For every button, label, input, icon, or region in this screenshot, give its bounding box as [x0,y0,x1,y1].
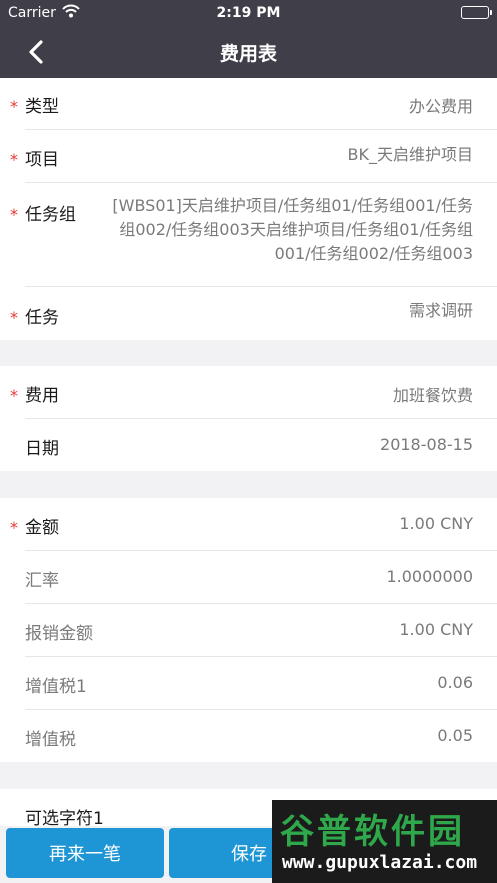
field-label: 报销金额 [25,624,93,644]
add-another-button[interactable]: 再来一笔 [6,828,164,878]
section-amount: * 金额 1.00 CNY 汇率 1.0000000 报销金额 1.00 CNY… [0,498,497,762]
field-value: 0.06 [437,673,473,692]
required-mark: * [10,97,18,116]
status-bar: Carrier 2:19 PM [0,0,497,26]
field-label: 增值税1 [25,677,87,697]
field-value: 1.00 CNY [399,514,473,533]
field-date[interactable]: 日期 2018-08-15 [0,419,497,471]
watermark-logo: 谷普软件园 www.gupuxlazai.com [272,800,497,883]
field-exchange-rate: 汇率 1.0000000 [0,551,497,604]
field-value: 2018-08-15 [380,435,473,454]
required-mark: * [10,150,18,169]
field-value: 1.0000000 [386,567,473,586]
field-value: 1.00 CNY [399,620,473,639]
field-expense[interactable]: * 费用 加班餐饮费 [0,366,497,419]
battery-icon [461,6,492,19]
field-label: 金额 [25,518,59,538]
field-label: 费用 [25,386,59,406]
field-reimburse-amount: 报销金额 1.00 CNY [0,604,497,657]
field-label: 任务 [25,308,59,328]
field-project[interactable]: * 项目 BK_天启维护项目 [0,130,497,183]
field-label: 任务组 [25,205,76,225]
watermark-text: 谷普软件园 [280,812,465,852]
field-type[interactable]: * 类型 办公费用 [0,78,497,130]
required-mark: * [10,386,18,405]
field-value: 0.05 [437,726,473,745]
required-mark: * [10,205,18,224]
field-label: 增值税 [25,730,76,750]
field-task-group[interactable]: * 任务组 [WBS01]天启维护项目/任务组01/任务组001/任务组002/… [0,183,497,287]
field-label: 项目 [25,150,59,170]
field-value: [WBS01]天启维护项目/任务组01/任务组001/任务组002/任务组003… [112,196,473,263]
required-mark: * [10,308,18,327]
field-value: 办公费用 [408,97,473,116]
field-vat1: 增值税1 0.06 [0,657,497,710]
field-vat: 增值税 0.05 [0,710,497,762]
field-amount[interactable]: * 金额 1.00 CNY [0,498,497,551]
field-value: BK_天启维护项目 [347,145,473,164]
field-label: 类型 [25,97,59,117]
page-title: 费用表 [219,43,277,65]
field-value: 需求调研 [408,301,473,320]
section-project: * 类型 办公费用 * 项目 BK_天启维护项目 * 任务组 [WBS01]天启… [0,78,497,340]
section-expense: * 费用 加班餐饮费 日期 2018-08-15 [0,366,497,471]
field-value: 加班餐饮费 [392,386,473,405]
field-label: 汇率 [25,571,59,591]
required-mark: * [10,518,18,537]
watermark-url: www.gupuxlazai.com [282,852,478,873]
nav-bar: 费用表 [0,26,497,78]
clock: 2:19 PM [216,5,281,21]
field-label: 日期 [25,439,59,459]
field-task[interactable]: * 任务 需求调研 [0,287,497,340]
